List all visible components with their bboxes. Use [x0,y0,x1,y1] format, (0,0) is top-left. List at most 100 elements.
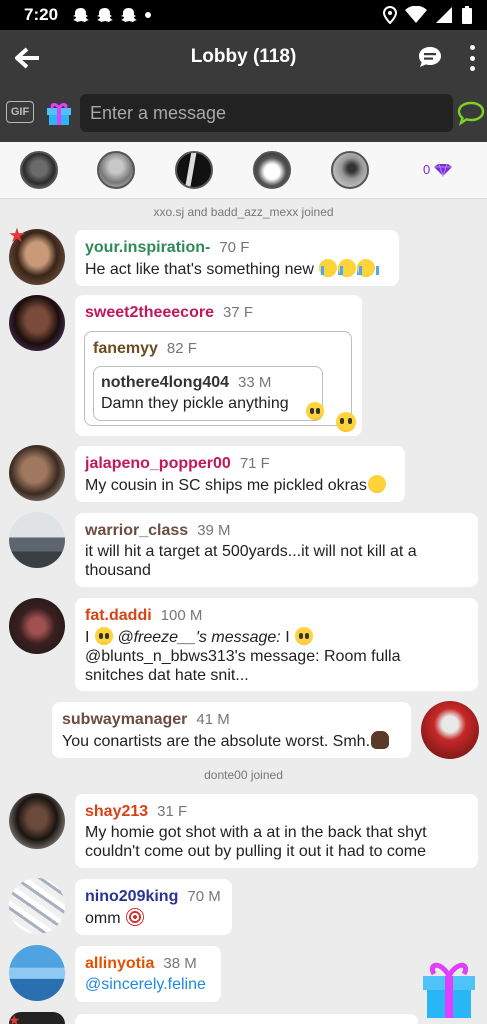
username[interactable]: warrior_class [85,522,188,540]
no-mouth-face-icon [306,402,324,420]
no-mouth-face-icon [94,627,113,645]
message-bubble[interactable] [75,1014,418,1024]
avatar[interactable] [9,598,65,654]
message-body: You conartists are the absolute worst. S… [62,733,371,750]
location-icon [383,6,397,24]
message-text: My cousin in SC ships me pickled okras [85,475,395,495]
notification-icons [72,6,152,24]
message-body: I [85,629,90,646]
send-button[interactable] [456,100,486,126]
message-bubble[interactable]: fat.daddi 100 M I @freeze__'s message: I… [75,598,478,691]
snapchat-icon [97,8,114,22]
back-button[interactable] [14,44,42,72]
user-age: 33 M [238,374,272,391]
avatar[interactable] [9,512,65,568]
page-title: Lobby (118) [190,46,297,67]
gift-button[interactable] [45,98,73,126]
username: fanemyy [93,340,158,357]
chat-button[interactable] [416,44,444,72]
message-text: He act like that's something new [85,259,389,279]
message-body: I [285,629,290,646]
crying-face-icon [357,259,380,277]
avatar[interactable] [9,445,65,501]
message-text: You conartists are the absolute worst. S… [62,731,401,751]
message-bubble[interactable]: sweet2theeecore 37 F fanemyy 82 F nother… [75,295,362,436]
app-bar: Lobby (118) [0,30,487,86]
avatar[interactable] [9,945,65,1001]
user-age: 100 M [160,607,203,624]
message-bubble[interactable]: nino209king 70 M omm [75,879,232,935]
no-mouth-face-icon [295,627,314,645]
online-user-avatar[interactable] [97,151,135,189]
username[interactable]: fat.daddi [85,607,152,625]
crying-face-icon [338,259,361,277]
message-bubble[interactable]: your.inspiration- 70 F He act like that'… [75,230,399,286]
user-age: 70 F [219,239,250,256]
online-user-avatar[interactable] [331,151,369,189]
user-age: 39 M [197,522,231,539]
arrow-left-icon [15,47,39,69]
online-user-avatar[interactable] [253,151,291,189]
quoted-mention: @freeze__'s message: [117,629,281,646]
gif-button[interactable]: GIF [6,101,34,123]
dot-icon [145,12,152,18]
join-notice: donte00 joined [204,768,283,782]
snapchat-icon [73,8,90,22]
message-body: He act like that's something new [85,261,314,278]
star-icon: ★ [8,1012,21,1024]
username: nothere4long404 [101,374,230,391]
man-gesturing-icon [371,731,390,749]
message-bubble[interactable]: allinyotia 38 M @sincerely.feline [75,946,221,1002]
avatar[interactable] [9,878,65,934]
username[interactable]: jalapeno_popper00 [85,455,231,473]
message-bubble[interactable]: jalapeno_popper00 71 F My cousin in SC s… [75,446,405,502]
battery-icon [462,6,472,24]
snapchat-icon [121,8,138,22]
message-bubble[interactable]: shay213 31 F My homie got shot with a at… [75,794,478,868]
username[interactable]: allinyotia [85,955,154,973]
dot-icon [469,66,475,71]
wifi-icon [405,6,427,23]
user-age: 37 F [222,304,253,321]
speech-bubble-icon [457,101,485,126]
username[interactable]: shay213 [85,803,148,821]
message-text-line: thousand [85,562,151,579]
avatar[interactable] [9,295,65,351]
message-bubble[interactable]: warrior_class 39 M it will hit a target … [75,513,478,587]
message-text-line: it will hit a target at 500yards...it wi… [85,543,417,560]
send-gift-button[interactable] [420,958,478,1020]
avatar[interactable] [9,793,65,849]
message-input-bar: GIF [0,86,487,142]
gift-icon [423,962,475,1018]
quoted-message: fanemyy 82 F nothere4long404 33 M Damn t… [84,331,356,432]
username[interactable]: sweet2theeecore [85,304,214,322]
username[interactable]: subwaymanager [62,711,187,729]
no-mouth-face-icon [336,412,356,432]
online-user-avatar[interactable] [175,151,213,189]
message-text-line: @blunts_n_bbws313's message: Room fulla [85,648,401,665]
star-icon: ★ [8,225,26,247]
user-age: 71 F [239,455,270,472]
online-user-avatar[interactable] [20,151,58,189]
mention-link[interactable]: @sincerely.feline [85,975,211,994]
user-age: 38 M [163,955,197,972]
message-bubble[interactable]: subwaymanager 41 M You conartists are th… [52,702,411,758]
gem-counter[interactable]: 0 [423,162,453,177]
message-text: Damn they pickle anything [101,395,289,412]
message-body: omm [85,910,121,927]
username[interactable]: your.inspiration- [85,239,210,257]
user-age: 70 M [187,888,221,905]
username[interactable]: nino209king [85,888,178,906]
dot-icon [469,55,475,61]
user-age: 41 M [196,711,230,728]
gift-icon [47,103,71,125]
avatar[interactable] [421,701,479,759]
message-text-line: My homie got shot with a at in the back … [85,824,427,841]
message-text: omm [85,908,222,928]
message-body: My cousin in SC ships me pickled okras [85,477,367,494]
online-users-strip: 0 [0,142,487,199]
chat-bubble-icon [419,47,441,67]
nested-quoted-message: nothere4long404 33 M Damn they pickle an… [93,366,323,421]
message-input[interactable] [80,94,453,132]
more-options-button[interactable] [462,42,482,74]
